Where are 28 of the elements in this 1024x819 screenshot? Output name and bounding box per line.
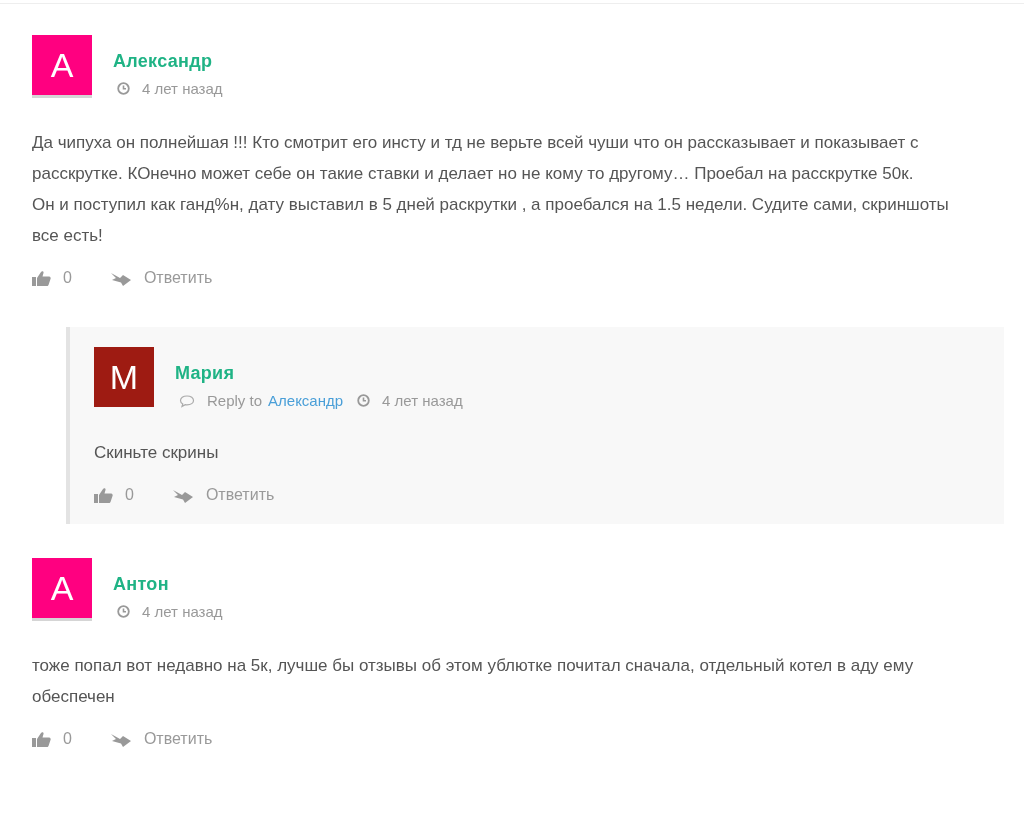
like-count: 0 <box>63 730 72 748</box>
reply-link[interactable]: Ответить <box>171 486 275 504</box>
comment-text: Скиньте скрины <box>94 442 220 464</box>
reply-link[interactable]: Ответить <box>109 269 213 287</box>
like-count: 0 <box>63 269 72 287</box>
thumbs-up-icon[interactable] <box>32 731 51 747</box>
like-count: 0 <box>125 486 134 504</box>
comment-text: тоже попал вот недавно на 5к, лучше бы отзывы об этом ублютке почитал сначала, отдельный котел в аду ему обеспечен <box>32 655 915 708</box>
avatar: А <box>32 558 92 618</box>
comment-text: Да чипуха он полнейшая !!! Кто смотрит его инсту и тд не верьте всей чуши что он рассказывает и показывает с расскрутке. КОнечно может себе он такие ставки и делает но не кому то другому… Проебал на расскрутке 50к. <box>32 132 920 185</box>
thumbs-up-icon[interactable] <box>32 270 51 286</box>
clock-icon <box>357 394 371 407</box>
author-name: Антон <box>113 574 170 595</box>
comment-text: Он и поступил как ганд%н, дату выставил в 5 дней раскрутки , а проебался на 1.5 недели. Судите сами, скриншоты все есть! <box>32 194 950 247</box>
thumbs-up-icon[interactable] <box>94 487 113 503</box>
clock-icon <box>117 605 130 618</box>
author-name: Александр <box>113 51 214 72</box>
timestamp: 4 лет назад <box>142 603 223 620</box>
reply-link[interactable]: Ответить <box>109 730 213 748</box>
avatar: А <box>32 35 92 95</box>
timestamp: 4 лет назад <box>382 392 463 409</box>
timestamp: 4 лет назад <box>142 80 223 97</box>
comment-icon <box>179 393 195 408</box>
author-name: Мария <box>175 363 236 384</box>
reply-to-link[interactable]: Александр <box>268 392 344 409</box>
avatar: М <box>94 347 154 407</box>
reply-to-label: Reply to <box>207 392 263 409</box>
clock-icon <box>117 82 130 95</box>
